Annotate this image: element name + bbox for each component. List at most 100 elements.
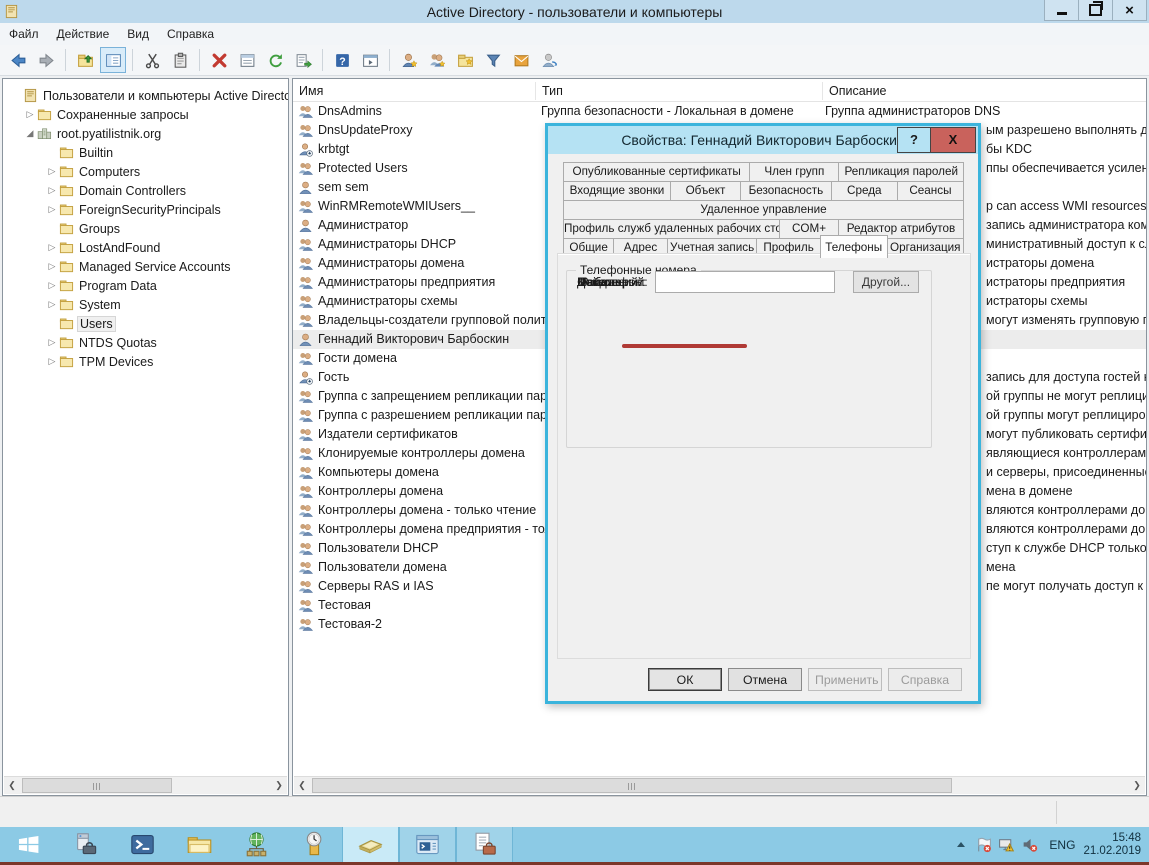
- toolbar-button[interactable]: [5, 47, 31, 73]
- scroll-left-icon[interactable]: ❮: [294, 778, 310, 793]
- toolbar-button[interactable]: [322, 49, 323, 71]
- menu-item[interactable]: Файл: [0, 24, 48, 44]
- tab[interactable]: Репликация паролей: [838, 162, 964, 182]
- toolbar-button[interactable]: [329, 47, 355, 73]
- tree-item[interactable]: ▷ LostAndFound: [3, 238, 288, 257]
- taskbar-button[interactable]: [342, 827, 399, 862]
- restore-button[interactable]: [1078, 0, 1113, 21]
- apply-button[interactable]: Применить: [808, 668, 882, 691]
- taskbar-button[interactable]: [0, 827, 57, 862]
- column-header-name[interactable]: Имя: [293, 82, 536, 100]
- toolbar-button[interactable]: [536, 47, 562, 73]
- menu-item[interactable]: Вид: [118, 24, 158, 44]
- toolbar-button[interactable]: [396, 47, 422, 73]
- phone-input[interactable]: [655, 271, 835, 293]
- scroll-left-icon[interactable]: ❮: [4, 778, 20, 793]
- taskbar-button[interactable]: [57, 827, 114, 862]
- column-header-type[interactable]: Тип: [536, 82, 823, 100]
- expander-icon[interactable]: ▷: [45, 242, 59, 253]
- menu-item[interactable]: Действие: [48, 24, 119, 44]
- scroll-right-icon[interactable]: ❯: [271, 778, 287, 793]
- tab[interactable]: Удаленное управление: [563, 200, 964, 220]
- menu-item[interactable]: Справка: [158, 24, 223, 44]
- ok-button[interactable]: ОК: [648, 668, 722, 691]
- toolbar-button[interactable]: [234, 47, 260, 73]
- taskbar-button[interactable]: [399, 827, 456, 862]
- toolbar-button[interactable]: [508, 47, 534, 73]
- toolbar-button[interactable]: [139, 47, 165, 73]
- toolbar-button[interactable]: [206, 47, 232, 73]
- scroll-thumb[interactable]: [22, 778, 172, 793]
- tab[interactable]: Телефоны: [819, 235, 888, 258]
- tab[interactable]: Объект: [669, 181, 742, 201]
- toolbar-button[interactable]: [452, 47, 478, 73]
- tree-item[interactable]: ▷ TPM Devices: [3, 352, 288, 371]
- list-row[interactable]: DnsAdmins Группа безопасности - Локальна…: [293, 102, 1146, 121]
- toolbar-button[interactable]: [132, 49, 133, 71]
- tree-item[interactable]: Builtin: [3, 143, 288, 162]
- tree-item[interactable]: Пользователи и компьютеры Active Directo…: [3, 86, 288, 105]
- action-center-flag-icon[interactable]: [975, 836, 992, 853]
- tree-item[interactable]: ▷ Domain Controllers: [3, 181, 288, 200]
- toolbar-button[interactable]: [480, 47, 506, 73]
- list-horizontal-scrollbar[interactable]: ❮ ❯: [294, 776, 1145, 794]
- toolbar-button[interactable]: [262, 47, 288, 73]
- toolbar-button[interactable]: [65, 49, 66, 71]
- scroll-thumb[interactable]: [312, 778, 952, 793]
- expander-icon[interactable]: ▷: [45, 166, 59, 177]
- tree-item[interactable]: ▷ NTDS Quotas: [3, 333, 288, 352]
- tab[interactable]: Входящие звонки: [563, 181, 671, 201]
- expander-icon[interactable]: ▷: [45, 261, 59, 272]
- tree-item[interactable]: ▷ Computers: [3, 162, 288, 181]
- taskbar-button[interactable]: [228, 827, 285, 862]
- tab[interactable]: Профиль служб удаленных рабочих столов: [563, 219, 781, 239]
- expander-icon[interactable]: ▷: [45, 337, 59, 348]
- tree-horizontal-scrollbar[interactable]: ❮ ❯: [4, 776, 287, 794]
- toolbar-button[interactable]: [357, 47, 383, 73]
- expander-icon[interactable]: ▷: [45, 299, 59, 310]
- toolbar-button[interactable]: [100, 47, 126, 73]
- tab[interactable]: Среда: [830, 181, 898, 201]
- tree-item[interactable]: ▷ Program Data: [3, 276, 288, 295]
- taskbar-button[interactable]: [456, 827, 513, 862]
- toolbar-button[interactable]: [199, 49, 200, 71]
- expander-icon[interactable]: ▷: [45, 204, 59, 215]
- toolbar-button[interactable]: [389, 49, 390, 71]
- dialog-help-button[interactable]: ?: [897, 127, 931, 153]
- expander-icon[interactable]: ▷: [45, 185, 59, 196]
- taskbar-button[interactable]: [285, 827, 342, 862]
- cancel-button[interactable]: Отмена: [728, 668, 802, 691]
- taskbar-button[interactable]: [114, 827, 171, 862]
- taskbar-clock[interactable]: 15:48 21.02.2019: [1083, 832, 1141, 858]
- tab[interactable]: Сеансы: [896, 181, 965, 201]
- show-hidden-icons-icon[interactable]: [957, 842, 966, 847]
- tree-item[interactable]: ▷ Managed Service Accounts: [3, 257, 288, 276]
- expander-icon[interactable]: ▷: [45, 356, 59, 367]
- column-header-description[interactable]: Описание: [823, 82, 1146, 100]
- tree-item[interactable]: Groups: [3, 219, 288, 238]
- toolbar-button[interactable]: [290, 47, 316, 73]
- expander-icon[interactable]: ▷: [23, 109, 37, 120]
- help-button[interactable]: Справка: [888, 668, 962, 691]
- keyboard-language[interactable]: ENG: [1049, 838, 1075, 852]
- close-button[interactable]: ×: [1112, 0, 1147, 21]
- expander-icon[interactable]: ▷: [45, 280, 59, 291]
- tree-item[interactable]: Users: [3, 314, 288, 333]
- tree-item[interactable]: ▷ ForeignSecurityPrincipals: [3, 200, 288, 219]
- tree-item[interactable]: ◢ root.pyatilistnik.org: [3, 124, 288, 143]
- other-button[interactable]: Другой...: [853, 271, 919, 293]
- tab[interactable]: Безопасность: [740, 181, 832, 201]
- tab[interactable]: Опубликованные сертификаты: [563, 162, 751, 182]
- toolbar-button[interactable]: [33, 47, 59, 73]
- dialog-close-button[interactable]: X: [930, 127, 976, 153]
- minimize-button[interactable]: [1044, 0, 1079, 21]
- tab[interactable]: Член групп: [749, 162, 840, 182]
- toolbar-button[interactable]: [72, 47, 98, 73]
- network-warning-icon[interactable]: [998, 836, 1015, 853]
- taskbar-button[interactable]: [171, 827, 228, 862]
- tree-item[interactable]: ▷ Сохраненные запросы: [3, 105, 288, 124]
- toolbar-button[interactable]: [167, 47, 193, 73]
- expander-icon[interactable]: ◢: [23, 128, 37, 139]
- scroll-right-icon[interactable]: ❯: [1129, 778, 1145, 793]
- tree-item[interactable]: ▷ System: [3, 295, 288, 314]
